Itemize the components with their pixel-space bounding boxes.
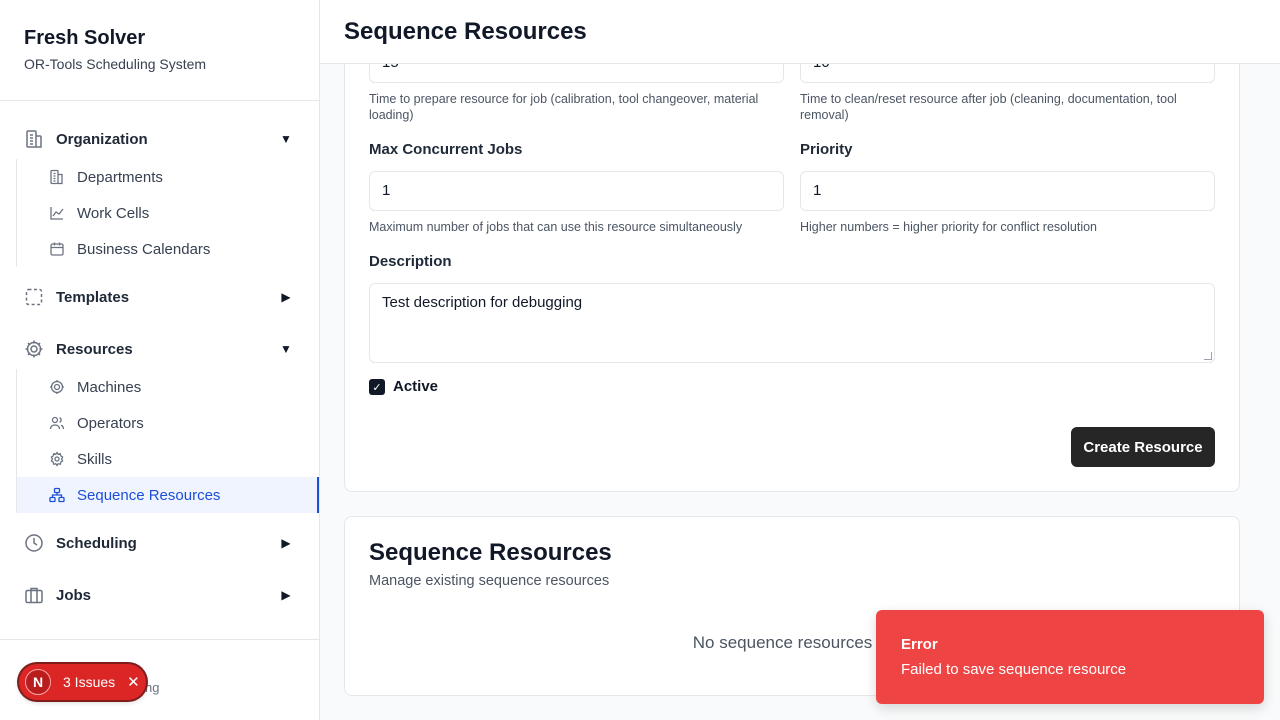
sidebar-item-business-calendars[interactable]: Business Calendars — [17, 231, 319, 267]
chevron-right-icon: ▶ — [281, 290, 291, 304]
priority-hint: Higher numbers = higher priority for con… — [800, 220, 1098, 234]
page-title: Sequence Resources — [344, 18, 587, 45]
max-jobs-hint: Maximum number of jobs that can use this… — [369, 220, 743, 234]
sidebar-item-machines[interactable]: Machines — [17, 369, 319, 405]
calendar-icon — [49, 241, 65, 257]
toast-message: Failed to save sequence resource — [901, 661, 1127, 678]
users-icon — [49, 415, 65, 431]
cog-icon — [49, 379, 65, 395]
sidebar-item-label: Business Calendars — [77, 240, 211, 258]
priority-input[interactable]: 1 — [800, 171, 1215, 211]
active-checkbox[interactable]: ✓ — [369, 379, 385, 395]
issues-indicator[interactable]: N 3 Issues ✕ — [19, 664, 146, 700]
max-jobs-input[interactable]: 1 — [369, 171, 784, 211]
chevron-right-icon: ▶ — [281, 536, 291, 550]
sidebar-item-skills[interactable]: Skills — [17, 441, 319, 477]
chevron-down-icon: ▼ — [280, 342, 292, 356]
nav-group-jobs[interactable]: Jobs ▶ — [0, 577, 319, 613]
sidebar-nav: Organization ▼ Departments Work Cells Bu… — [0, 101, 319, 613]
description-value: Test description for debugging — [382, 294, 583, 311]
chart-icon — [49, 205, 65, 221]
app-title: Fresh Solver — [24, 27, 146, 49]
app-subtitle: OR-Tools Scheduling System — [24, 56, 207, 72]
gear-icon — [49, 451, 65, 467]
priority-label: Priority — [800, 141, 853, 158]
page-header: Sequence Resources — [320, 0, 1280, 64]
nav-group-label: Resources — [56, 340, 133, 358]
sidebar: Fresh Solver OR-Tools Scheduling System … — [0, 0, 320, 720]
sidebar-item-sequence-resources[interactable]: Sequence Resources — [17, 477, 319, 513]
active-label[interactable]: Active — [393, 378, 438, 395]
error-toast[interactable]: Error Failed to save sequence resource — [876, 610, 1264, 704]
sidebar-item-label: Skills — [77, 450, 113, 468]
resize-handle[interactable] — [1204, 352, 1212, 360]
description-label: Description — [369, 253, 452, 270]
sidebar-item-operators[interactable]: Operators — [17, 405, 319, 441]
sidebar-item-label: Machines — [77, 378, 142, 396]
chevron-down-icon: ▼ — [280, 132, 292, 146]
create-resource-form: 15 10 Time to prepare resource for job (… — [344, 64, 1240, 492]
sidebar-item-label: Departments — [77, 168, 163, 186]
nav-group-organization[interactable]: Organization ▼ — [0, 121, 319, 157]
sidebar-item-label: Sequence Resources — [77, 486, 221, 504]
max-jobs-label: Max Concurrent Jobs — [369, 141, 523, 158]
nav-group-resources[interactable]: Resources ▼ — [0, 331, 319, 367]
issues-count[interactable]: 3 Issues — [63, 674, 115, 690]
list-subtitle: Manage existing sequence resources — [369, 573, 610, 589]
nextjs-logo-icon: N — [25, 669, 51, 695]
nav-group-templates[interactable]: Templates ▶ — [0, 279, 319, 315]
subnav-organization: Departments Work Cells Business Calendar… — [16, 159, 319, 267]
sidebar-item-departments[interactable]: Departments — [17, 159, 319, 195]
sidebar-item-work-cells[interactable]: Work Cells — [17, 195, 319, 231]
nav-group-label: Scheduling — [56, 534, 137, 552]
description-textarea[interactable]: Test description for debugging — [369, 283, 1215, 363]
briefcase-icon — [24, 585, 44, 605]
teardown-time-input[interactable]: 10 — [800, 64, 1215, 83]
network-icon — [49, 487, 65, 503]
building-icon — [24, 129, 44, 149]
close-icon[interactable]: ✕ — [127, 673, 140, 691]
dashed-square-icon — [24, 287, 44, 307]
sidebar-item-label: Work Cells — [77, 204, 150, 222]
toast-title: Error — [901, 636, 938, 653]
clock-icon — [24, 533, 44, 553]
brand: Fresh Solver OR-Tools Scheduling System — [0, 0, 319, 101]
nav-group-label: Templates — [56, 288, 130, 306]
create-resource-button[interactable]: Create Resource — [1071, 427, 1215, 467]
cog-icon — [24, 339, 44, 359]
nav-group-label: Organization — [56, 130, 148, 148]
sidebar-item-label: Operators — [77, 414, 144, 432]
teardown-time-hint: Time to clean/reset resource after job (… — [800, 92, 1177, 122]
setup-time-input[interactable]: 15 — [369, 64, 784, 83]
nav-group-label: Jobs — [56, 586, 92, 604]
nav-group-scheduling[interactable]: Scheduling ▶ — [0, 525, 319, 561]
list-title: Sequence Resources — [369, 539, 612, 566]
setup-time-hint: Time to prepare resource for job (calibr… — [369, 92, 759, 122]
subnav-resources: Machines Operators Skills Sequence Resou… — [16, 369, 319, 513]
building-icon — [49, 169, 65, 185]
chevron-right-icon: ▶ — [281, 588, 291, 602]
